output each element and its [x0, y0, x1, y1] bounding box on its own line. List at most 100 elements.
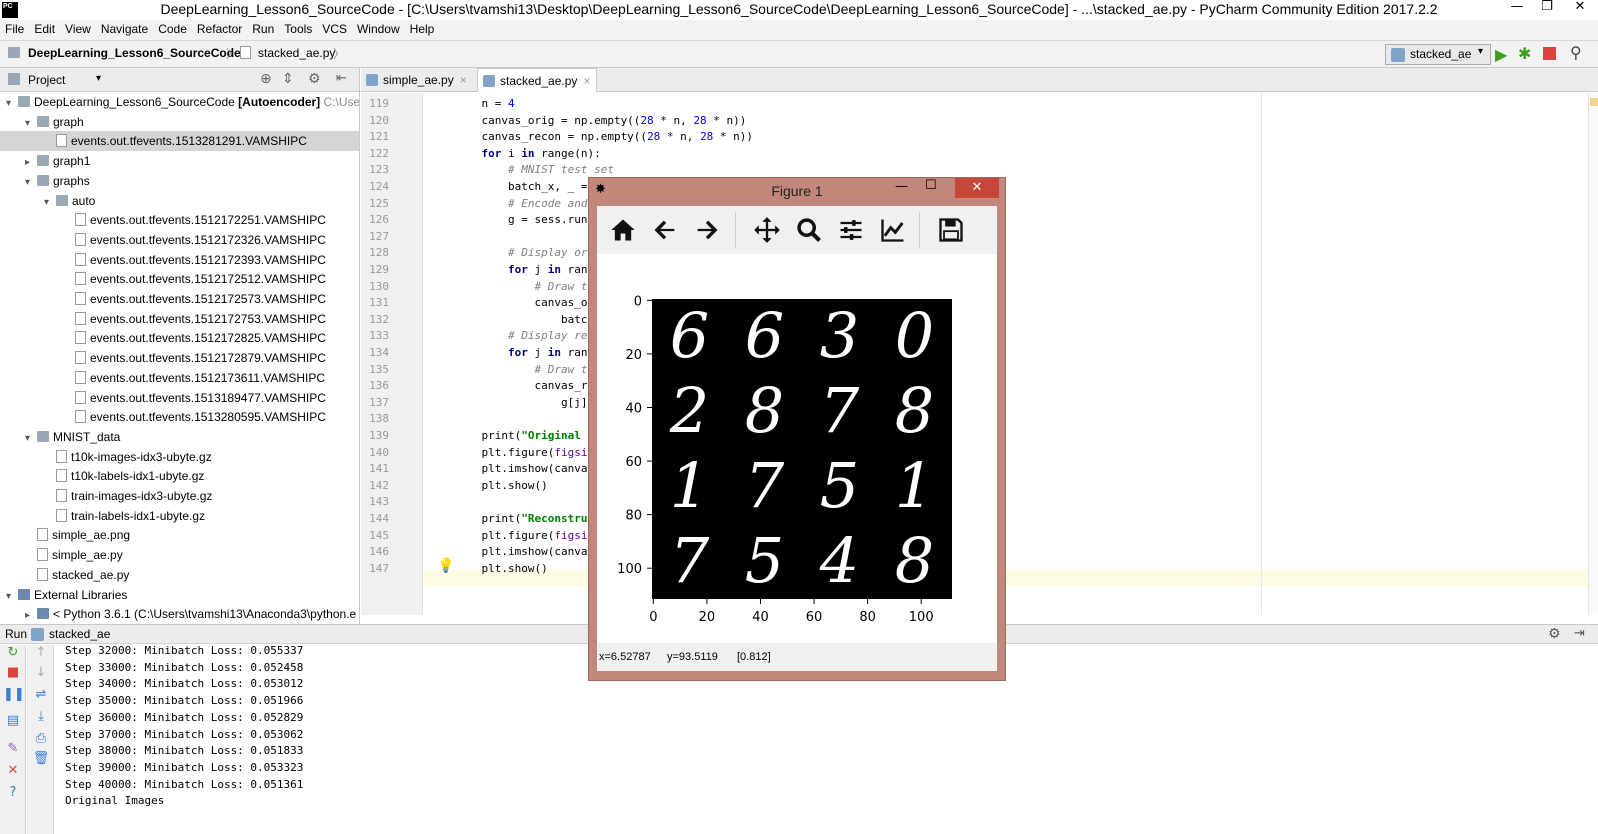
- edit-axis-icon[interactable]: [879, 216, 907, 244]
- scroll-to-end-icon[interactable]: ⤓: [31, 709, 51, 724]
- back-icon[interactable]: [651, 216, 679, 244]
- rerun-icon[interactable]: ↻: [3, 645, 23, 660]
- tree-item[interactable]: events.out.tfevents.1512172825.VAMSHIPC: [0, 328, 359, 348]
- tree-item[interactable]: events.out.tfevents.1512172879.VAMSHIPC: [0, 348, 359, 368]
- chevron-right-icon[interactable]: ▸: [25, 606, 37, 624]
- zoom-icon[interactable]: [795, 216, 823, 244]
- save-icon[interactable]: [937, 216, 965, 244]
- tree-item[interactable]: stacked_ae.py: [0, 565, 359, 585]
- tree-item[interactable]: simple_ae.py: [0, 545, 359, 565]
- breadcrumb-project[interactable]: DeepLearning_Lesson6_SourceCode: [28, 46, 241, 60]
- minimize-button[interactable]: —: [895, 179, 908, 194]
- tree-item[interactable]: train-labels-idx1-ubyte.gz: [0, 506, 359, 526]
- code-line[interactable]: canvas_reco: [455, 377, 607, 394]
- code-line[interactable]: # Draw the: [455, 278, 600, 295]
- tree-item[interactable]: events.out.tfevents.1513280595.VAMSHIPC: [0, 407, 359, 427]
- home-icon[interactable]: [609, 216, 637, 244]
- tree-item[interactable]: events.out.tfevents.1512172512.VAMSHIPC: [0, 269, 359, 289]
- code-line[interactable]: canvas_recon = np.empty((28 * n, 28 * n)…: [455, 128, 753, 145]
- code-line[interactable]: g = sess.run(de: [455, 211, 607, 228]
- code-line[interactable]: plt.figure(figsize=: [455, 444, 607, 461]
- tree-item[interactable]: ▾ MNIST_data: [0, 427, 359, 447]
- code-line[interactable]: # Encode and de: [455, 195, 607, 212]
- editor-scrollbar[interactable]: [1588, 93, 1598, 615]
- pin-icon[interactable]: ✎: [3, 741, 23, 756]
- code-line[interactable]: plt.show(): [455, 477, 547, 494]
- tree-item[interactable]: simple_ae.png: [0, 525, 359, 545]
- hide-panel-icon[interactable]: ⇤: [336, 71, 347, 86]
- code-line[interactable]: print("Original Ima: [455, 427, 607, 444]
- code-line[interactable]: # Display origi: [455, 244, 607, 261]
- tab-simple_ae-py[interactable]: simple_ae.py ×: [361, 68, 473, 92]
- run-config-tab[interactable]: stacked_ae: [49, 627, 110, 641]
- tree-item[interactable]: ▾ graphs: [0, 171, 359, 191]
- hide-panel-icon[interactable]: ⇥: [1574, 626, 1585, 641]
- menu-navigate[interactable]: Navigate: [96, 20, 153, 38]
- tree-item[interactable]: ▾ DeepLearning_Lesson6_SourceCode [Autoen…: [0, 92, 359, 112]
- tree-item[interactable]: ▾ External Libraries: [0, 585, 359, 605]
- tree-item[interactable]: train-images-idx3-ubyte.gz: [0, 486, 359, 506]
- tree-item[interactable]: ▾ graph: [0, 112, 359, 132]
- code-line[interactable]: batch_x: [455, 311, 607, 328]
- code-line[interactable]: batch_x, _ = mn: [455, 178, 607, 195]
- up-arrow-icon[interactable]: ↑: [31, 645, 51, 660]
- code-line[interactable]: canvas_orig: [455, 294, 607, 311]
- project-view-label[interactable]: Project: [28, 73, 65, 87]
- tree-item[interactable]: t10k-images-idx3-ubyte.gz: [0, 447, 359, 467]
- stop-icon[interactable]: [1543, 47, 1556, 60]
- code-line[interactable]: # Display recon: [455, 327, 607, 344]
- close-button[interactable]: ✕: [955, 178, 999, 198]
- code-line[interactable]: plt.imshow(canvas_o: [455, 460, 607, 477]
- minimize-button[interactable]: —: [1502, 0, 1532, 16]
- trash-icon[interactable]: 🗑: [31, 751, 51, 766]
- menu-tools[interactable]: Tools: [279, 20, 317, 38]
- menu-edit[interactable]: Edit: [29, 20, 60, 38]
- down-arrow-icon[interactable]: ↓: [31, 665, 51, 680]
- restore-button[interactable]: ❐: [1532, 0, 1562, 16]
- code-line[interactable]: plt.figure(figsize=: [455, 527, 607, 544]
- code-line[interactable]: for j in range(: [455, 344, 607, 361]
- chevron-down-icon[interactable]: ▾: [96, 73, 101, 84]
- warning-marker[interactable]: [1590, 98, 1598, 106]
- collapse-all-icon[interactable]: ⇕: [282, 71, 294, 87]
- run-icon[interactable]: ▶: [1495, 45, 1507, 64]
- close-tab-icon[interactable]: ×: [583, 74, 590, 88]
- code-line[interactable]: g[j].re: [455, 394, 607, 411]
- tree-item[interactable]: ▸ < Python 3.6.1 (C:\Users\tvamshi13\Anac…: [0, 604, 359, 624]
- close-tab-icon[interactable]: ×: [460, 73, 467, 87]
- menu-run[interactable]: Run: [247, 20, 279, 38]
- pause-icon[interactable]: ❚❚: [3, 687, 25, 702]
- code-line[interactable]: n = 4: [455, 95, 514, 112]
- tree-item[interactable]: ▾ auto: [0, 191, 359, 211]
- menu-help[interactable]: Help: [405, 20, 440, 38]
- print-icon[interactable]: ⎙: [31, 731, 51, 746]
- layout-icon[interactable]: ▤: [3, 713, 23, 728]
- menu-vcs[interactable]: VCS: [317, 20, 352, 38]
- menu-refactor[interactable]: Refactor: [192, 20, 247, 38]
- mnist-grid-plot[interactable]: 6 6 3 02 8 7 81 7 5 17 5 4 8 0 20 40 60 80 100 0204060801…: [597, 254, 997, 643]
- tree-item[interactable]: events.out.tfevents.1512172753.VAMSHIPC: [0, 309, 359, 329]
- close-button[interactable]: ✕: [1565, 0, 1595, 16]
- figure-canvas[interactable]: 6630287817517548 0 20 40 60 80 100 0 20 40 60 80 1…: [597, 254, 997, 643]
- pan-icon[interactable]: [753, 216, 781, 244]
- soft-wrap-icon[interactable]: ⇌: [31, 687, 51, 702]
- tree-item[interactable]: t10k-labels-idx1-ubyte.gz: [0, 466, 359, 486]
- close-icon[interactable]: ✕: [3, 763, 23, 778]
- code-line[interactable]: plt.show(): [455, 560, 547, 577]
- menu-window[interactable]: Window: [352, 20, 405, 38]
- tab-stacked_ae-py[interactable]: stacked_ae.py ×: [477, 68, 597, 92]
- code-line[interactable]: for j in range(: [455, 261, 607, 278]
- tree-item[interactable]: ▸ graph1: [0, 151, 359, 171]
- debug-icon[interactable]: ✱: [1518, 44, 1531, 63]
- figure-window[interactable]: ✸ Figure 1 — ☐ ✕ 6630287817517548 0 20 40 6…: [588, 177, 1006, 681]
- menu-code[interactable]: Code: [153, 20, 192, 38]
- tree-item[interactable]: events.out.tfevents.1512172251.VAMSHIPC: [0, 210, 359, 230]
- code-line[interactable]: for i in range(n):: [455, 145, 601, 162]
- gear-icon[interactable]: ⚙: [1548, 626, 1561, 642]
- code-line[interactable]: print("Reconstructe: [455, 510, 607, 527]
- tree-item[interactable]: events.out.tfevents.1513281291.VAMSHIPC: [0, 131, 359, 152]
- stop-icon[interactable]: ■: [3, 665, 23, 680]
- lightbulb-icon[interactable]: 💡: [437, 558, 454, 574]
- tree-item[interactable]: events.out.tfevents.1512172573.VAMSHIPC: [0, 289, 359, 309]
- tree-item[interactable]: events.out.tfevents.1512172393.VAMSHIPC: [0, 250, 359, 270]
